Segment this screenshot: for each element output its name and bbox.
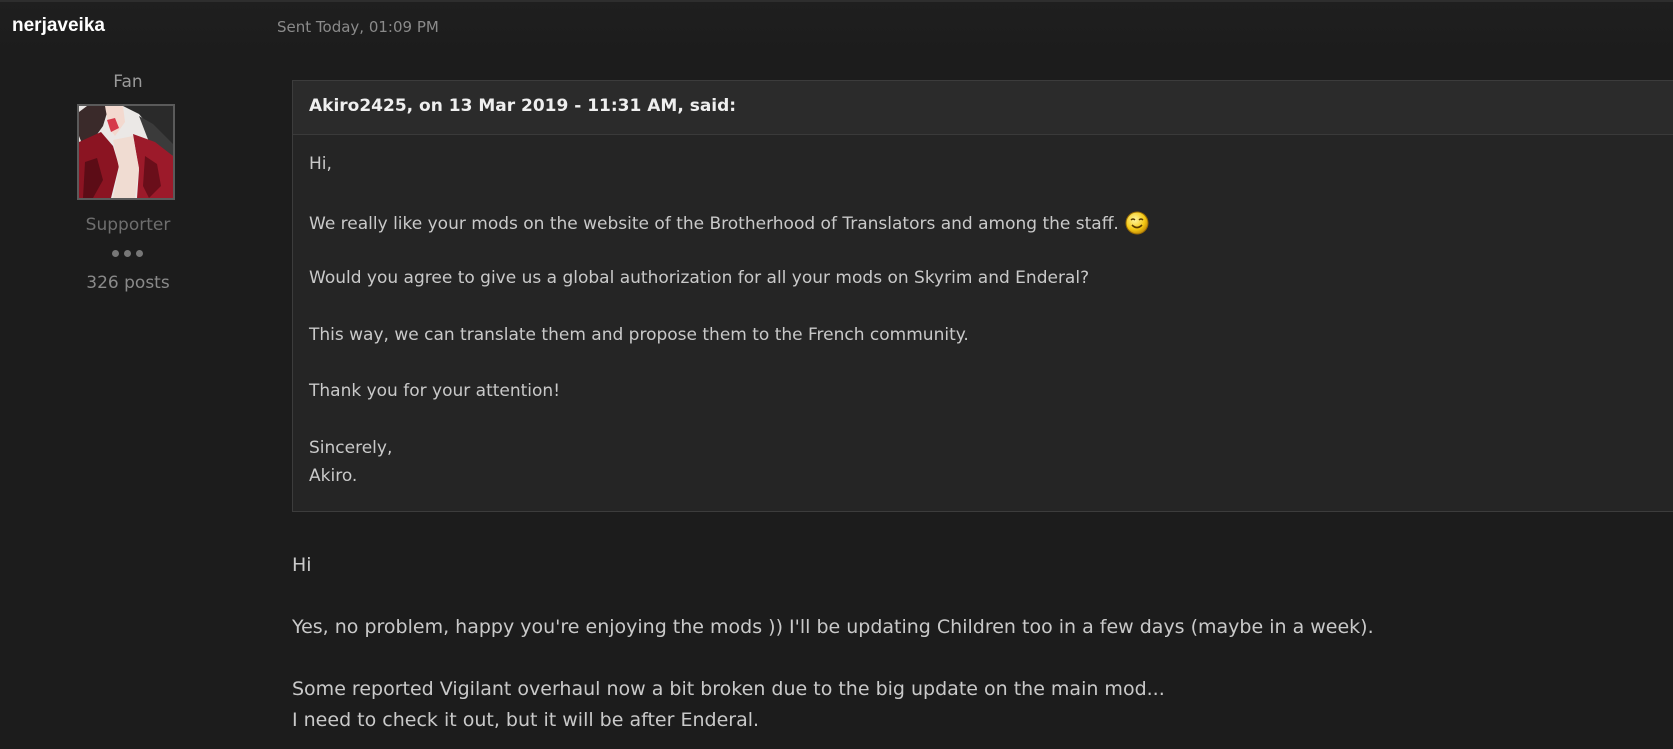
quote-block: Akiro2425, on 13 Mar 2019 - 11:31 AM, sa… bbox=[292, 80, 1673, 512]
avatar-image bbox=[79, 106, 173, 198]
sent-timestamp: Sent Today, 01:09 PM bbox=[277, 18, 439, 36]
reply-line: Yes, no problem, happy you're enjoying t… bbox=[292, 616, 1374, 638]
message-page: nerjaveika Sent Today, 01:09 PM Fan Supp… bbox=[0, 0, 1673, 749]
smiley-icon bbox=[1125, 211, 1149, 235]
avatar[interactable] bbox=[77, 104, 175, 200]
author-post-count: 326 posts bbox=[86, 273, 170, 293]
author-username-link[interactable]: nerjaveika bbox=[12, 15, 105, 37]
dot-icon bbox=[112, 250, 119, 257]
quote-line: Thank you for your attention! bbox=[309, 381, 561, 401]
quote-header: Akiro2425, on 13 Mar 2019 - 11:31 AM, sa… bbox=[293, 81, 1673, 135]
author-rank: Fan bbox=[113, 72, 143, 92]
reply-line: I need to check it out, but it will be a… bbox=[292, 709, 760, 731]
quote-line: Sincerely, bbox=[309, 438, 393, 458]
dot-icon bbox=[136, 250, 143, 257]
quote-line: We really like your mods on the website … bbox=[309, 211, 1149, 235]
quote-line: Akiro. bbox=[309, 466, 358, 486]
dot-icon bbox=[124, 250, 131, 257]
post-header bbox=[0, 2, 1673, 54]
quote-line: This way, we can translate them and prop… bbox=[309, 325, 969, 345]
author-group: Supporter bbox=[85, 215, 171, 235]
reputation-dots-icon bbox=[112, 250, 146, 258]
quote-citation[interactable]: Akiro2425, on 13 Mar 2019 - 11:31 AM, sa… bbox=[309, 96, 736, 116]
reply-line: Some reported Vigilant overhaul now a bi… bbox=[292, 678, 1165, 700]
quote-line-text: We really like your mods on the website … bbox=[309, 214, 1119, 234]
quote-line: Hi, bbox=[309, 154, 332, 174]
reply-line: Hi bbox=[292, 554, 312, 576]
quote-line: Would you agree to give us a global auth… bbox=[309, 268, 1090, 288]
